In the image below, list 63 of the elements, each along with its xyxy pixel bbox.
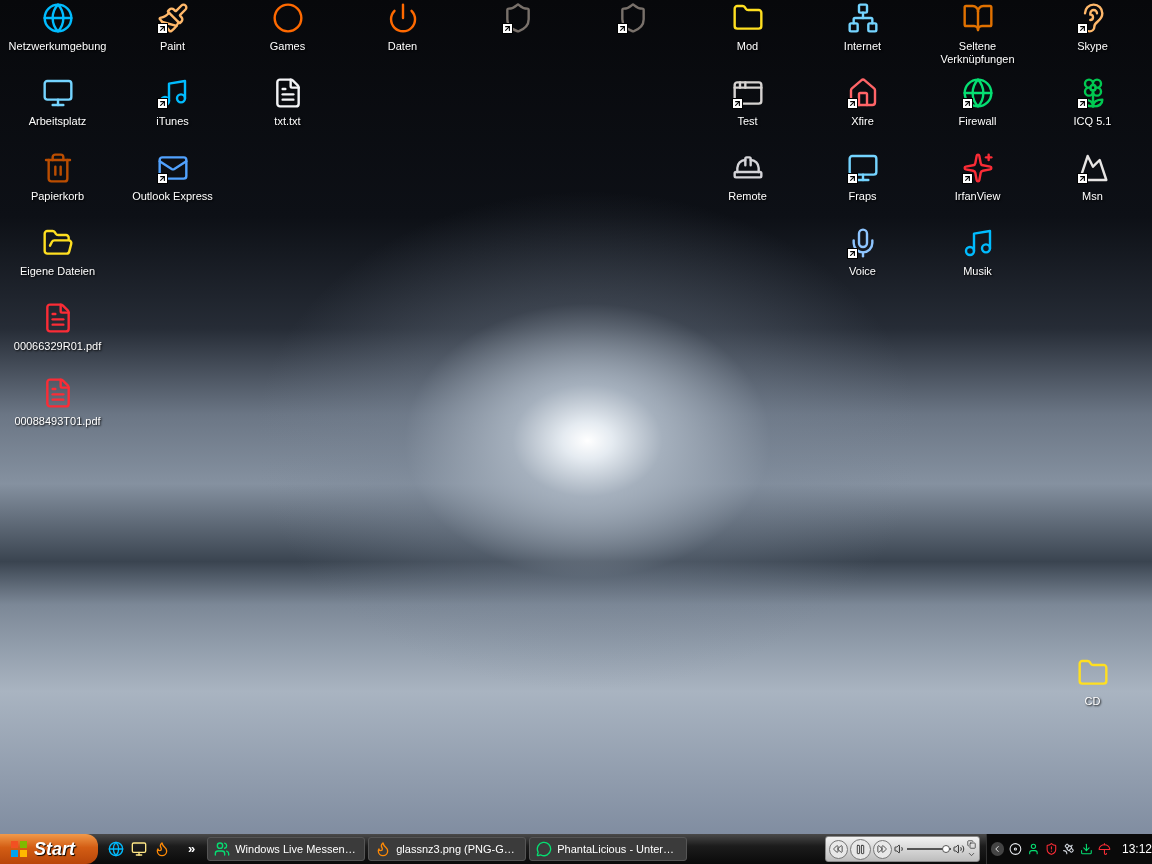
- overflow-chevron[interactable]: »: [188, 839, 196, 859]
- rewind-button[interactable]: [829, 839, 848, 859]
- icon-label[interactable]: 00066329R01.pdf: [13, 340, 102, 353]
- icon-label[interactable]: Netzwerkumgebung: [8, 40, 107, 53]
- icon-label[interactable]: Papierkorb: [30, 190, 85, 203]
- user-icon[interactable]: [1026, 842, 1040, 856]
- flame-icon[interactable]: [154, 841, 170, 857]
- icon-label[interactable]: Remote: [728, 190, 767, 203]
- volume-slider[interactable]: [907, 844, 952, 854]
- disc-icon[interactable]: [1008, 842, 1022, 856]
- satellite-icon[interactable]: [1062, 842, 1076, 856]
- taskbar-button[interactable]: PhantaLicious - Unter…: [529, 837, 688, 861]
- icon-label[interactable]: IrfanView: [954, 190, 1001, 203]
- volume-high-icon: [953, 843, 965, 855]
- icon-label[interactable]: Xfire: [851, 115, 874, 128]
- chat-icon[interactable]: [536, 841, 553, 857]
- tray-expand-button[interactable]: [991, 842, 1004, 856]
- icon-label[interactable]: Outlook Express: [132, 190, 213, 203]
- icon-label[interactable]: Firewall: [958, 115, 997, 128]
- icon-label[interactable]: Eigene Dateien: [19, 265, 96, 278]
- windows-flag-icon: [10, 840, 28, 858]
- icon-label[interactable]: Arbeitsplatz: [28, 115, 87, 128]
- monitor-icon[interactable]: [41, 77, 74, 109]
- download-icon[interactable]: [1080, 842, 1094, 856]
- icon-label[interactable]: iTunes: [156, 115, 189, 128]
- pause-icon: [854, 843, 866, 855]
- globe-icon[interactable]: [108, 841, 124, 857]
- icon-label[interactable]: Seltene Verknüpfungen: [922, 40, 1033, 66]
- icon-label[interactable]: Msn: [1082, 190, 1103, 203]
- icon-label[interactable]: ICQ 5.1: [1073, 115, 1112, 128]
- icon-label[interactable]: Paint: [159, 40, 186, 53]
- desktop-icon[interactable]: [131, 841, 147, 857]
- volume-thumb[interactable]: [941, 845, 950, 853]
- taskbar-button[interactable]: glassnz3.png (PNG-G…: [368, 837, 527, 861]
- icon-label[interactable]: Musik: [963, 265, 992, 278]
- globe-icon[interactable]: [41, 2, 74, 34]
- icon-label[interactable]: Test: [737, 115, 758, 128]
- people-icon[interactable]: [214, 841, 231, 857]
- fast-forward-icon: [877, 844, 888, 854]
- clock[interactable]: 13:12: [1122, 840, 1152, 858]
- ring-icon[interactable]: [271, 2, 304, 34]
- icon-label[interactable]: Daten: [387, 40, 418, 53]
- icon-label[interactable]: Voice: [849, 265, 876, 278]
- icon-label[interactable]: Games: [269, 40, 306, 53]
- icon-label[interactable]: txt.txt: [274, 115, 301, 128]
- volume-low-icon: [893, 843, 906, 855]
- pause-button[interactable]: [849, 838, 871, 860]
- rewind-icon: [833, 844, 844, 854]
- icon-label[interactable]: 00088493T01.pdf: [14, 415, 101, 428]
- network-icon[interactable]: [846, 2, 879, 34]
- icon-label[interactable]: Internet: [843, 40, 882, 53]
- icon-label[interactable]: Skype: [1077, 40, 1108, 53]
- paintbrush-icon[interactable]: [156, 2, 189, 34]
- book-icon[interactable]: [961, 2, 994, 34]
- restore-icon[interactable]: [967, 839, 976, 849]
- umbrella-icon[interactable]: [1098, 842, 1111, 856]
- start-button[interactable]: Start: [0, 834, 98, 864]
- monitor-icon[interactable]: [846, 152, 879, 184]
- taskbar-button[interactable]: Windows Live Messen…: [207, 837, 366, 861]
- fast-forward-button[interactable]: [872, 839, 892, 859]
- icon-label[interactable]: Mod: [736, 40, 759, 53]
- globe-icon[interactable]: [961, 77, 994, 109]
- icon-label[interactable]: Fraps: [848, 190, 877, 203]
